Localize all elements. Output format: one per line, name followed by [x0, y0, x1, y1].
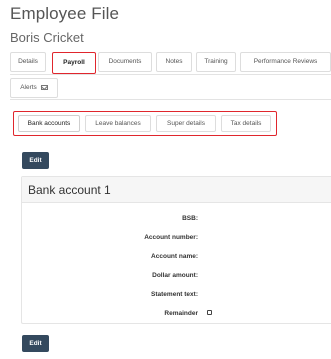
edit-button-top[interactable]: Edit [22, 152, 49, 169]
subtab-bank-accounts[interactable]: Bank accounts [18, 115, 80, 132]
tab-notes[interactable]: Notes [156, 52, 192, 72]
employee-name: Boris Cricket [10, 30, 84, 45]
remainder-label: Remainder [164, 310, 198, 317]
tab-payroll[interactable]: Payroll [52, 52, 96, 74]
tab-alerts-label: Alerts [20, 84, 37, 91]
payroll-sub-tabs: Bank accounts Leave balances Super detai… [13, 111, 277, 136]
tab-documents[interactable]: Documents [98, 52, 152, 72]
subtab-super-details[interactable]: Super details [156, 115, 216, 132]
page-title: Employee File [10, 4, 120, 23]
edit-button-bottom[interactable]: Edit [22, 335, 49, 352]
statement-text-label: Statement text: [151, 291, 198, 298]
account-number-label: Account number: [144, 234, 198, 241]
envelope-icon [40, 84, 48, 90]
tab-training[interactable]: Training [196, 52, 236, 72]
bank-account-panel: Bank account 1 BSB: Account number: Acco… [21, 176, 331, 324]
bank-account-title: Bank account 1 [22, 177, 331, 203]
tab-alerts[interactable]: Alerts [10, 78, 58, 98]
tab-details[interactable]: Details [10, 52, 46, 72]
bsb-label: BSB: [182, 215, 198, 222]
main-tabs: Details Payroll Documents Notes Training… [10, 52, 331, 100]
subtab-leave-balances[interactable]: Leave balances [85, 115, 151, 132]
dollar-amount-label: Dollar amount: [152, 272, 198, 279]
subtab-tax-details[interactable]: Tax details [221, 115, 271, 132]
tab-performance-reviews[interactable]: Performance Reviews [240, 52, 331, 72]
remainder-checkbox[interactable] [207, 310, 212, 315]
account-name-label: Account name: [151, 253, 198, 260]
